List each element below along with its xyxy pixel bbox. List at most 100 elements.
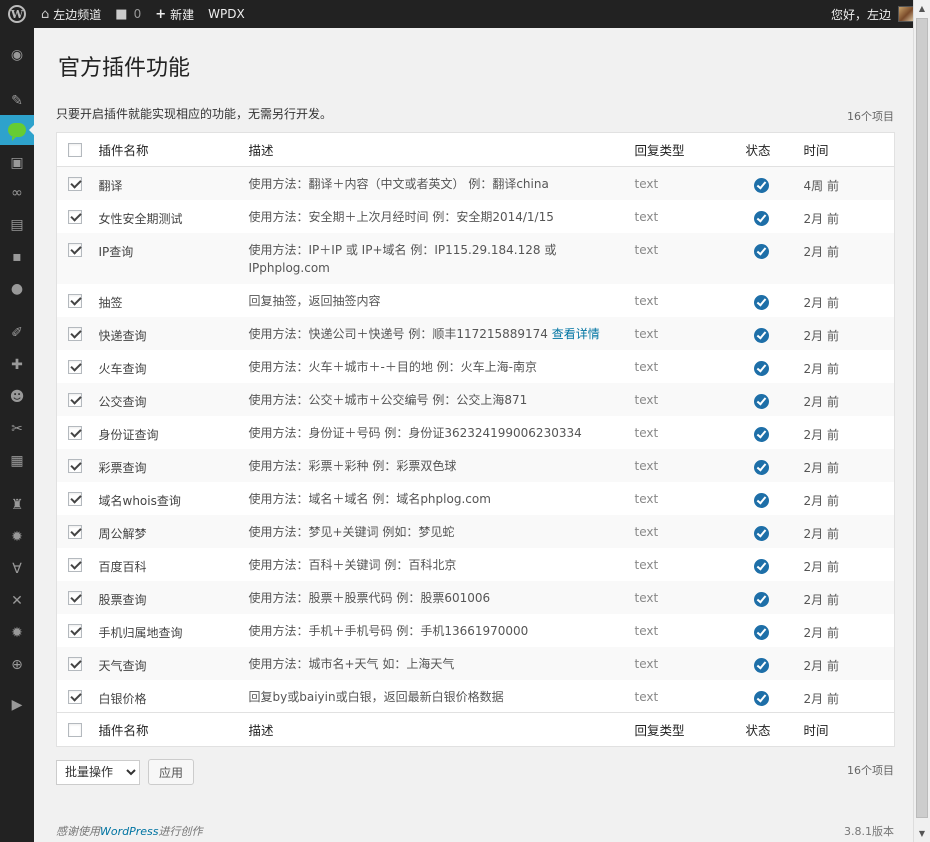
status-enabled-icon[interactable]	[753, 393, 769, 409]
plugin-description-text: 使用方法：手机＋手机号码 例：手机13661970000	[248, 623, 529, 638]
select-all-checkbox[interactable]	[68, 143, 82, 158]
row-checkbox[interactable]	[68, 491, 82, 506]
comments-link[interactable]: ■ 0	[108, 0, 148, 28]
chat-bubble-icon[interactable]	[0, 115, 35, 145]
plugin-time: 2月 前	[803, 658, 839, 673]
status-enabled-icon[interactable]	[753, 294, 769, 310]
row-checkbox[interactable]	[68, 557, 82, 572]
plugin-time: 2月 前	[803, 394, 839, 409]
status-enabled-icon[interactable]	[753, 327, 769, 343]
site-home-link[interactable]: ⌂ 左边频道	[34, 0, 108, 28]
status-cell	[746, 317, 804, 350]
column-footer-name[interactable]: 插件名称	[99, 713, 249, 747]
row-checkbox[interactable]	[68, 590, 82, 605]
play-icon[interactable]: ▶	[0, 690, 34, 720]
footer-thanks-suffix: 进行创作	[158, 825, 203, 838]
row-checkbox[interactable]	[68, 242, 82, 257]
status-enabled-icon[interactable]	[753, 525, 769, 541]
status-enabled-icon[interactable]	[753, 558, 769, 574]
links-icon[interactable]: ∞	[0, 178, 34, 208]
row-checkbox[interactable]	[68, 359, 82, 374]
custom-icon[interactable]: ∀	[0, 554, 34, 584]
plugin-name: 域名whois查询	[98, 493, 181, 508]
plugin-name: 彩票查询	[98, 460, 147, 475]
plugins-icon[interactable]: ✚	[0, 350, 34, 380]
scroll-thumb[interactable]	[916, 18, 928, 818]
spy-icon[interactable]: ♜	[0, 490, 34, 520]
reply-type: text	[634, 209, 659, 224]
column-header-name[interactable]: 插件名称	[99, 133, 249, 167]
status-enabled-icon[interactable]	[753, 591, 769, 607]
status-cell	[746, 647, 804, 680]
media-icon[interactable]: ▣	[0, 148, 34, 178]
status-enabled-icon[interactable]	[753, 360, 769, 376]
status-enabled-icon[interactable]	[753, 492, 769, 508]
globe-icon[interactable]: ⊕	[0, 650, 34, 680]
table-row: 百度百科 使用方法：百科＋关键词 例：百科北京 text 2月 前	[57, 548, 895, 581]
plugin-name: 手机归属地查询	[98, 625, 183, 640]
status-enabled-icon[interactable]	[753, 178, 769, 193]
appearance-icon[interactable]: ✐	[0, 318, 34, 348]
wordpress-link[interactable]: WordPress	[100, 825, 159, 838]
plugin-time: 2月 前	[803, 493, 839, 508]
select-all-checkbox-footer[interactable]	[68, 723, 82, 738]
greeting-text: 您好，左边	[830, 7, 891, 22]
plugin-description-text: 回复by或baiyin或白银，返回最新白银价格数据	[248, 689, 504, 704]
dashboard-icon[interactable]: ◉	[0, 40, 34, 70]
settings-2-icon[interactable]: ✹	[0, 618, 34, 648]
table-header-row: 插件名称 描述 回复类型 状态 时间	[56, 133, 895, 167]
row-checkbox[interactable]	[68, 326, 82, 341]
comments-icon[interactable]: ▪	[0, 242, 34, 272]
plugin-time: 2月 前	[803, 328, 839, 343]
row-checkbox[interactable]	[68, 689, 82, 704]
row-checkbox[interactable]	[68, 392, 82, 407]
scroll-down-icon[interactable]: ▼	[914, 825, 930, 842]
table-row: IP查询 使用方法：IP＋IP 或 IP+域名 例：IP115.29.184.12…	[56, 232, 895, 284]
plugin-time: 4周 前	[803, 179, 839, 193]
tools-icon[interactable]: ✂	[0, 414, 34, 444]
row-checkbox[interactable]	[68, 524, 82, 539]
page-scrollbar[interactable]: ▲ ▼	[913, 0, 930, 842]
row-checkbox[interactable]	[68, 656, 82, 671]
row-checkbox[interactable]	[68, 458, 82, 473]
status-enabled-icon[interactable]	[753, 657, 769, 673]
status-enabled-icon[interactable]	[753, 690, 769, 706]
status-enabled-icon[interactable]	[753, 426, 769, 442]
view-details-link[interactable]: 查看详情	[552, 327, 600, 341]
new-content-link[interactable]: + 新建	[148, 0, 201, 28]
apply-button[interactable]: 应用	[148, 759, 195, 785]
plus-icon: +	[155, 6, 167, 22]
row-checkbox[interactable]	[68, 425, 82, 440]
reply-type: text	[634, 689, 659, 704]
wpdx-link[interactable]: WPDX	[201, 0, 252, 28]
pages-icon[interactable]: ▤	[0, 210, 34, 240]
tools-x-icon[interactable]: ✕	[0, 586, 34, 616]
pin-icon[interactable]: ✎	[0, 86, 34, 116]
users-icon[interactable]: ☻	[0, 382, 34, 412]
reply-type: text	[634, 242, 659, 257]
row-checkbox[interactable]	[68, 623, 82, 638]
status-enabled-icon[interactable]	[753, 459, 769, 475]
plugin-name: 抽签	[98, 295, 123, 310]
status-enabled-icon[interactable]	[753, 624, 769, 640]
reply-type: text	[634, 623, 659, 638]
row-checkbox[interactable]	[68, 177, 82, 191]
plugin-description-text: 使用方法：城市名+天气 如：上海天气	[248, 656, 455, 671]
reply-type: text	[634, 293, 659, 308]
status-cell	[746, 167, 804, 200]
plugin-time: 2月 前	[803, 625, 839, 640]
status-enabled-icon[interactable]	[753, 243, 769, 259]
settings-icon[interactable]: ✹	[0, 522, 34, 552]
scroll-up-icon[interactable]: ▲	[914, 0, 930, 17]
table-row: 白银价格 回复by或baiyin或白银，返回最新白银价格数据 text 2月 前	[57, 680, 895, 713]
wordpress-logo-icon[interactable]: W	[0, 0, 34, 28]
reply-type: text	[634, 177, 659, 191]
row-checkbox[interactable]	[68, 209, 82, 224]
plugin-name: IP查询	[98, 244, 134, 259]
status-enabled-icon[interactable]	[753, 210, 769, 226]
import-icon[interactable]: ▦	[0, 446, 34, 476]
feedback-icon[interactable]: ●	[0, 274, 34, 304]
status-cell	[746, 350, 804, 383]
row-checkbox[interactable]	[68, 293, 82, 308]
bulk-action-select[interactable]: 批量操作	[56, 759, 140, 785]
